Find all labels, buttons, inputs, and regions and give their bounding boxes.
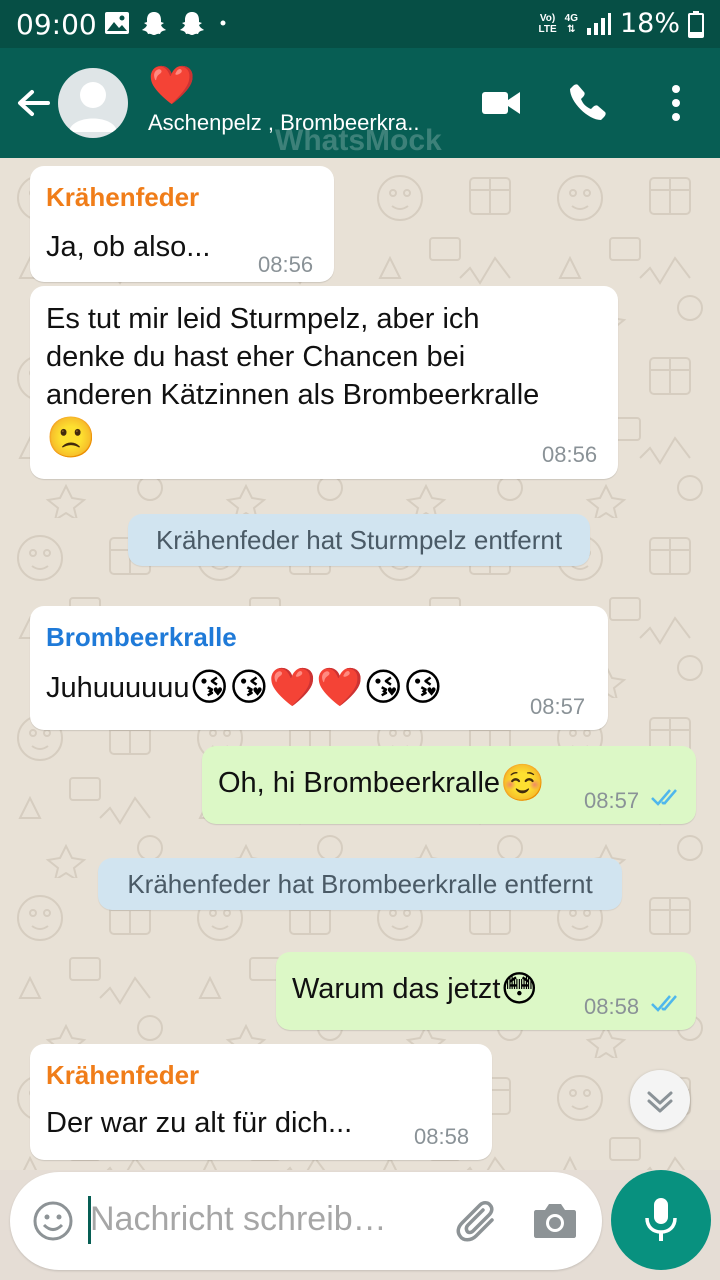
read-receipt-icon bbox=[651, 789, 677, 806]
kissing-heart-emoji: 😘 bbox=[403, 667, 443, 709]
system-message: Krähenfeder hat Sturmpelz entfernt bbox=[128, 514, 590, 566]
red-heart-emoji: ❤️ bbox=[316, 667, 364, 709]
message-incoming[interactable]: Krähenfeder Der war zu alt für dich... 0… bbox=[30, 1044, 492, 1160]
message-text-line: denke du hast eher Chancen bei bbox=[46, 341, 466, 373]
gallery-icon bbox=[105, 12, 129, 34]
message-text-line: anderen Kätzinnen als Brombeerkralle bbox=[46, 379, 540, 411]
message-incoming[interactable]: Krähenfeder Ja, ob also... 08:56 bbox=[30, 166, 334, 282]
red-heart-emoji: ❤️ bbox=[268, 667, 317, 709]
signal-icon bbox=[586, 12, 611, 35]
snapchat-icon bbox=[180, 12, 204, 35]
chat-area[interactable]: Krähenfeder Ja, ob also... 08:56 Es tut … bbox=[0, 158, 720, 1170]
data-arrows-icon: ⇅ bbox=[567, 23, 576, 35]
network-type: 4G ⇅ bbox=[565, 13, 578, 35]
microphone-icon bbox=[645, 1198, 677, 1241]
status-time: 09:00 bbox=[16, 8, 97, 41]
volte-indicator: Vo) LTE bbox=[538, 13, 556, 35]
message-outgoing[interactable]: Oh, hi Brombeerkralle ☺️ 08:57 bbox=[202, 746, 696, 824]
battery-icon bbox=[688, 10, 704, 38]
video-call-icon[interactable] bbox=[481, 88, 521, 118]
message-content: Juhuuuuuu 😘 😘 ❤️ ❤️ 😘 😘 bbox=[46, 666, 443, 710]
watermark: WhatsMock bbox=[275, 124, 442, 157]
scroll-to-bottom-button[interactable] bbox=[630, 1070, 690, 1130]
snapchat-icon bbox=[142, 12, 166, 35]
volte-top: Vo) bbox=[539, 12, 556, 24]
message-time: 08:56 bbox=[258, 252, 314, 277]
message-content: Oh, hi Brombeerkralle ☺️ bbox=[218, 762, 545, 804]
phone-icon[interactable] bbox=[568, 82, 608, 122]
read-receipt-icon bbox=[651, 995, 677, 1012]
battery-percent: 18% bbox=[619, 8, 680, 39]
message-time: 08:57 bbox=[530, 694, 586, 719]
message-outgoing[interactable]: Warum das jetzt 😳 08:58 bbox=[276, 952, 696, 1030]
camera-icon[interactable] bbox=[532, 1200, 578, 1240]
dot-icon bbox=[220, 20, 226, 26]
message-text-line: Es tut mir leid Sturmpelz, aber ich bbox=[46, 303, 480, 335]
slightly-frowning-face-emoji: 🙁 bbox=[46, 416, 96, 460]
emoji-icon[interactable] bbox=[32, 1200, 74, 1242]
voice-message-button[interactable] bbox=[611, 1170, 711, 1270]
attachment-icon[interactable] bbox=[456, 1198, 500, 1244]
message-text: Warum das jetzt bbox=[292, 972, 501, 1005]
back-arrow-icon[interactable] bbox=[14, 84, 52, 122]
message-text: Oh, hi Brombeerkralle bbox=[218, 766, 501, 799]
status-bar: 09:00 Vo) LTE 4G ⇅ 18% bbox=[0, 0, 720, 48]
message-content: Warum das jetzt 😳 bbox=[292, 968, 538, 1010]
message-text: Ja, ob also... bbox=[46, 231, 211, 263]
smiling-face-emoji: ☺️ bbox=[500, 762, 545, 803]
message-text: Juhuuuuuu bbox=[46, 671, 190, 704]
message-sender: Krähenfeder bbox=[46, 1060, 200, 1090]
avatar-placeholder-icon bbox=[69, 82, 117, 132]
group-avatar[interactable] bbox=[58, 68, 128, 138]
message-time: 08:56 bbox=[542, 442, 598, 467]
message-text: Der war zu alt für dich... bbox=[46, 1107, 353, 1139]
message-time: 08:57 bbox=[584, 788, 640, 813]
kissing-heart-emoji: 😘 bbox=[189, 667, 230, 709]
message-time: 08:58 bbox=[584, 994, 640, 1019]
group-name[interactable]: ❤️ bbox=[148, 66, 195, 106]
notification-icons bbox=[104, 9, 230, 37]
message-sender: Krähenfeder bbox=[46, 182, 200, 212]
message-composer[interactable]: Nachricht schreib… bbox=[10, 1172, 602, 1270]
chat-header: ❤️ Aschenpelz , Brombeerkra.. WhatsMock bbox=[0, 48, 720, 158]
volte-bottom: LTE bbox=[538, 23, 557, 35]
flushed-face-emoji: 😳 bbox=[500, 968, 538, 1009]
message-incoming[interactable]: Es tut mir leid Sturmpelz, aber ich denk… bbox=[30, 286, 618, 479]
kissing-heart-emoji: 😘 bbox=[229, 667, 269, 709]
message-time: 08:58 bbox=[414, 1124, 470, 1149]
message-incoming[interactable]: Brombeerkralle Juhuuuuuu 😘 😘 ❤️ ❤️ 😘 😘 0… bbox=[30, 606, 608, 730]
more-options-icon[interactable] bbox=[668, 84, 684, 122]
message-input[interactable]: Nachricht schreib… bbox=[90, 1200, 387, 1239]
chevron-down-icon bbox=[647, 1091, 673, 1113]
system-message: Krähenfeder hat Brombeerkralle entfernt bbox=[98, 858, 622, 910]
kissing-heart-emoji: 😘 bbox=[363, 667, 404, 709]
network-type-label: 4G bbox=[564, 12, 578, 24]
message-sender: Brombeerkralle bbox=[46, 622, 237, 652]
